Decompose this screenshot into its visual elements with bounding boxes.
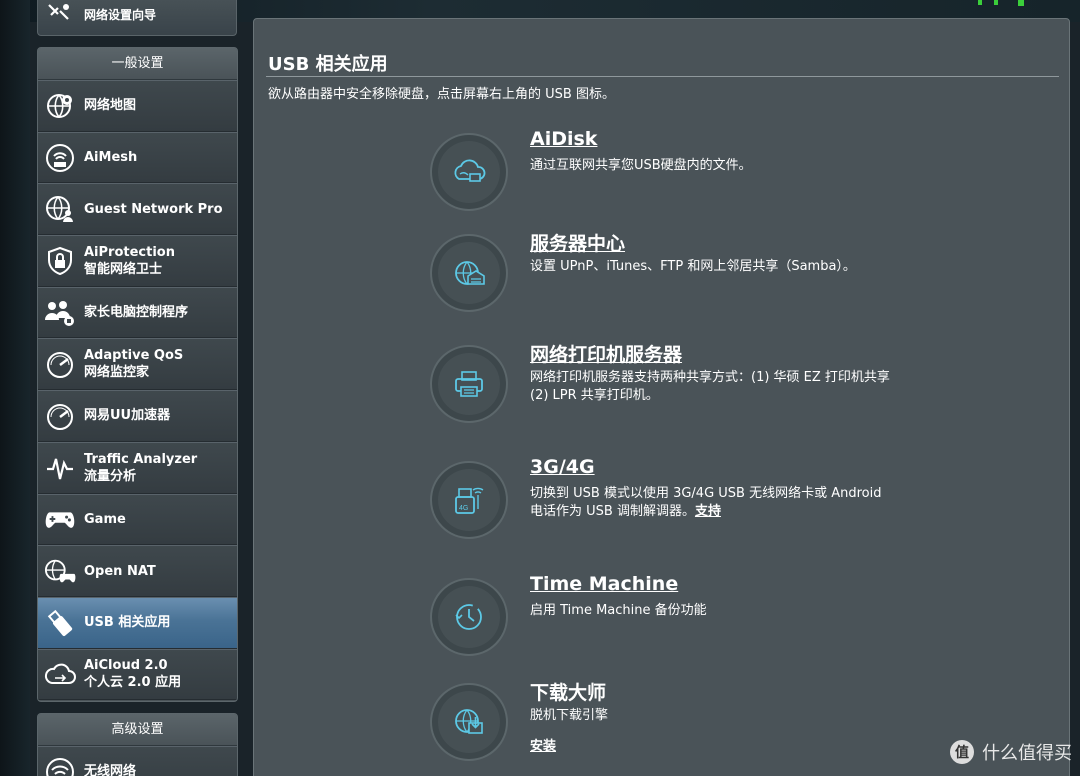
- shield-lock-icon: [44, 245, 76, 277]
- sidebar-item-usb-apps[interactable]: USB 相关应用: [38, 596, 237, 649]
- sidebar-item-label: 网络地图: [84, 98, 137, 114]
- page-title: USB 相关应用: [268, 54, 388, 75]
- left-backdrop: [0, 0, 30, 776]
- app-description: 设置 UPnP、iTunes、FTP 和网上邻居共享（Samba）。: [530, 259, 856, 274]
- sidebar-item-adaptive-qos[interactable]: Adaptive QoS 网络监控家: [38, 338, 237, 391]
- sidebar-item-label: Open NAT: [84, 563, 156, 579]
- install-link[interactable]: 安装: [530, 735, 556, 754]
- clock-backup-icon[interactable]: [430, 578, 508, 656]
- sidebar-item-label: 网易UU加速器: [84, 408, 171, 424]
- speedometer-icon: [44, 348, 76, 380]
- general-settings-menu: 一般设置 网络地图 AiMesh Guest Network Pro AiPro…: [37, 47, 238, 702]
- app-name: 下载大师: [530, 682, 607, 704]
- globe-map-icon: [44, 90, 76, 122]
- app-name-link[interactable]: AiDisk: [530, 128, 597, 150]
- sidebar-item-game[interactable]: Game: [38, 493, 237, 546]
- aidisk-cloud-icon[interactable]: [430, 133, 508, 211]
- usb-icon: [44, 607, 76, 639]
- app-description: 通过互联网共享您USB硬盘内的文件。: [530, 158, 752, 173]
- app-description: 启用 Time Machine 备份功能: [530, 603, 707, 618]
- wizard-icon: [48, 4, 69, 20]
- download-globe-icon[interactable]: [430, 683, 508, 761]
- sidebar-item-parental-control[interactable]: 家长电脑控制程序: [38, 286, 237, 339]
- svg-text:4G: 4G: [459, 505, 468, 512]
- app-printer-server: 网络打印机服务器 网络打印机服务器支持两种共享方式：(1) 华硕 EZ 打印机共…: [430, 344, 1070, 435]
- gamepad-icon: [44, 503, 76, 535]
- sidebar-item-label: AiProtection 智能网络卫士: [84, 244, 175, 277]
- title-divider: [266, 76, 1059, 77]
- sidebar-item-aicloud[interactable]: AiCloud 2.0 个人云 2.0 应用: [38, 648, 237, 701]
- main-panel: USB 相关应用 欲从路由器中安全移除硬盘，点击屏幕右上角的 USB 图标。 A…: [253, 18, 1070, 776]
- pulse-icon: [44, 452, 76, 484]
- gamepad-globe-icon: [44, 555, 76, 587]
- sidebar-item-label: Adaptive QoS 网络监控家: [84, 348, 184, 381]
- server-globe-icon[interactable]: [430, 234, 508, 312]
- speedometer-icon: [44, 400, 76, 432]
- sidebar-item-label: 网络设置向导: [84, 8, 157, 22]
- app-description: 脱机下载引擎: [530, 708, 609, 723]
- app-time-machine: Time Machine 启用 Time Machine 备份功能: [430, 573, 1070, 668]
- sidebar-item-label: AiCloud 2.0 个人云 2.0 应用: [84, 658, 182, 691]
- sidebar-item-wizard[interactable]: 网络设置向导: [37, 0, 237, 36]
- printer-icon[interactable]: [430, 345, 508, 423]
- app-name-link[interactable]: Time Machine: [530, 573, 678, 595]
- family-icon: [44, 297, 76, 329]
- watermark-logo-icon: 值: [950, 740, 974, 764]
- sidebar-item-label: Guest Network Pro: [84, 201, 223, 217]
- sidebar-item-aimesh[interactable]: AiMesh: [38, 131, 237, 184]
- sidebar-item-open-nat[interactable]: Open NAT: [38, 545, 237, 597]
- sidebar-item-traffic-analyzer[interactable]: Traffic Analyzer 流量分析: [38, 441, 237, 494]
- sidebar-item-network-map[interactable]: 网络地图: [38, 80, 237, 132]
- app-description: 网络打印机服务器支持两种共享方式：(1) 华硕 EZ 打印机共享 (2) LPR…: [530, 370, 890, 403]
- sidebar-item-aiprotection[interactable]: AiProtection 智能网络卫士: [38, 235, 237, 287]
- guest-globe-icon: [44, 193, 76, 225]
- app-aidisk: AiDisk 通过互联网共享您USB硬盘内的文件。: [430, 128, 1070, 223]
- app-name-link[interactable]: 3G/4G: [530, 456, 595, 478]
- sidebar-item-guest-network[interactable]: Guest Network Pro: [38, 183, 237, 236]
- support-link[interactable]: 支持: [695, 504, 721, 519]
- sidebar-item-label: Game: [84, 511, 126, 527]
- watermark: 值 什么值得买: [950, 739, 1072, 765]
- sidebar-item-label: 家长电脑控制程序: [84, 305, 189, 321]
- app-3g-4g: 4G 3G/4G 切换到 USB 模式以使用 3G/4G USB 无线网络卡或 …: [430, 456, 1070, 551]
- page-description: 欲从路由器中安全移除硬盘，点击屏幕右上角的 USB 图标。: [268, 87, 615, 102]
- wifi-icon: [44, 756, 76, 776]
- sidebar-item-label: AiMesh: [84, 150, 138, 166]
- sidebar-item-wireless[interactable]: 无线网络: [38, 746, 237, 776]
- status-indicator: [972, 0, 1036, 6]
- general-settings-header: 一般设置: [38, 48, 237, 80]
- app-name-link[interactable]: 网络打印机服务器: [530, 340, 682, 367]
- mesh-router-icon: [44, 142, 76, 174]
- app-name-link[interactable]: 服务器中心: [530, 229, 625, 256]
- cloud-icon: [44, 658, 76, 690]
- advanced-settings-header: 高级设置: [38, 714, 237, 746]
- sidebar-item-uu-accelerator[interactable]: 网易UU加速器: [38, 390, 237, 442]
- sidebar-item-label: 无线网络: [84, 764, 137, 776]
- usb-4g-icon[interactable]: 4G: [430, 461, 508, 539]
- app-description: 切换到 USB 模式以使用 3G/4G USB 无线网络卡或 Android 电…: [530, 485, 890, 521]
- watermark-text: 什么值得买: [982, 743, 1072, 764]
- app-server-center: 服务器中心 设置 UPnP、iTunes、FTP 和网上邻居共享（Samba）。: [430, 233, 1070, 324]
- advanced-settings-menu: 高级设置 无线网络: [37, 713, 238, 776]
- sidebar-item-label: Traffic Analyzer 流量分析: [84, 451, 198, 484]
- sidebar-item-label: USB 相关应用: [84, 615, 171, 631]
